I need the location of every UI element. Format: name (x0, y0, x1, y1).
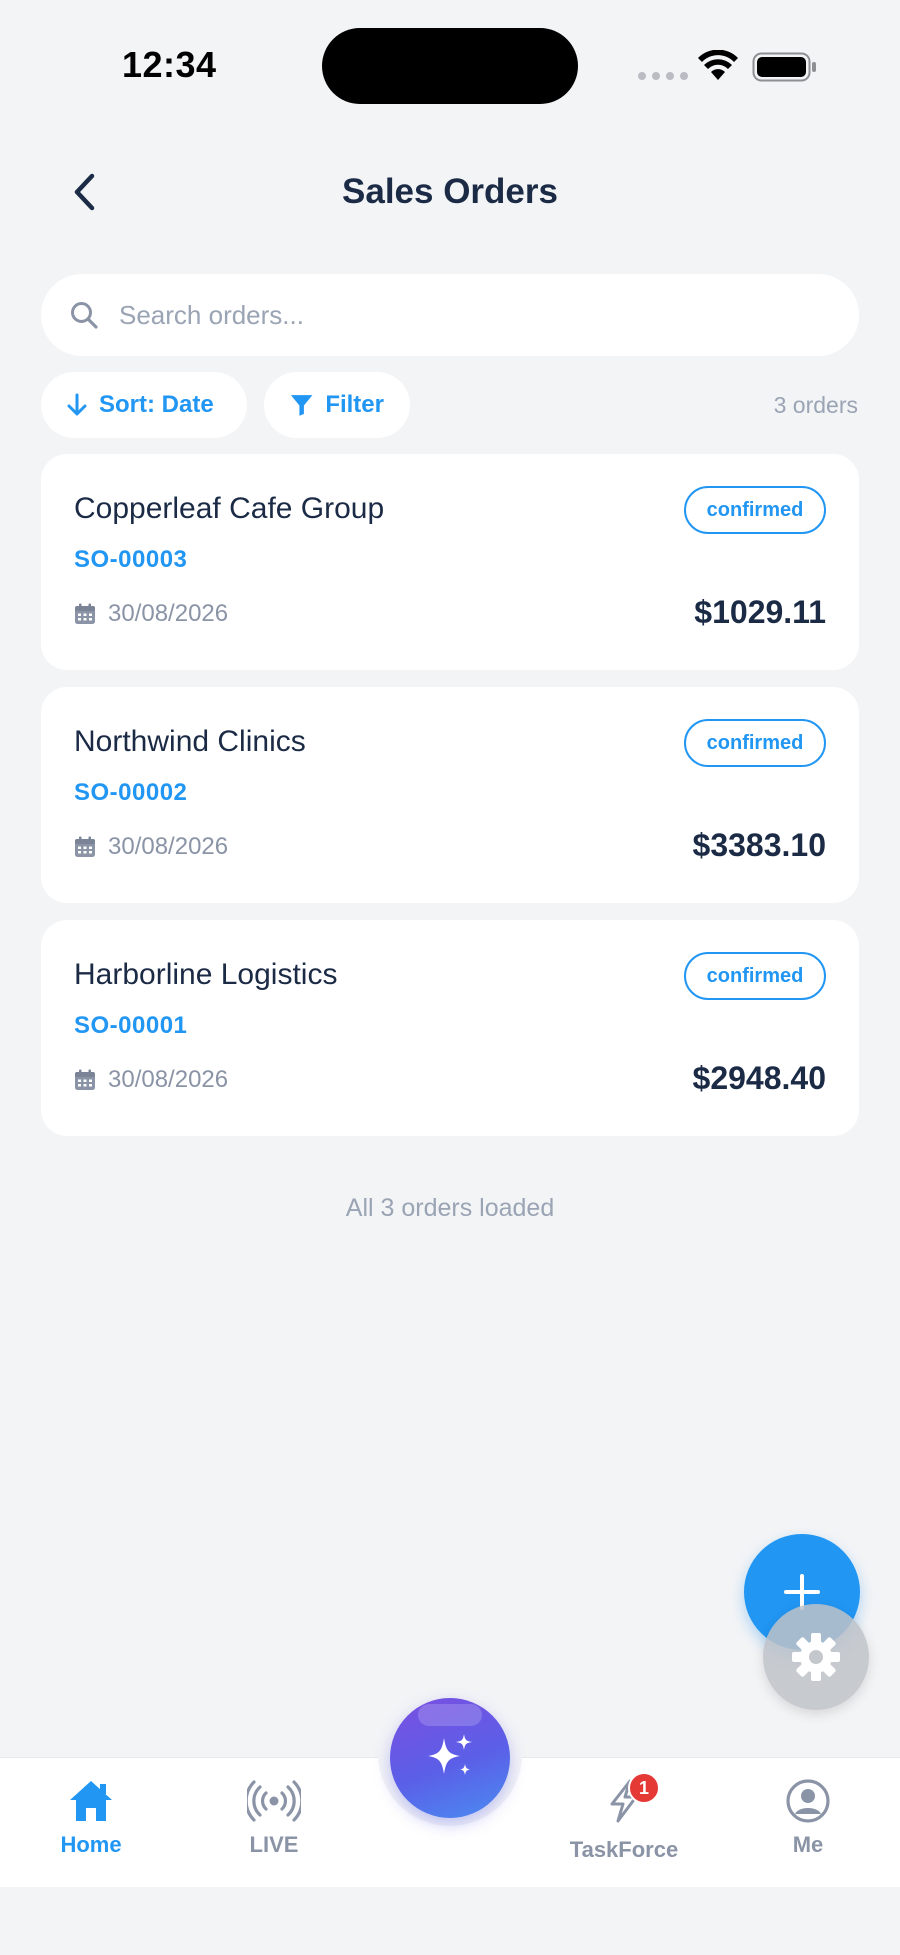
search-input[interactable] (119, 299, 799, 331)
customer-name: Harborline Logistics (74, 958, 338, 991)
user-circle-icon (786, 1779, 830, 1823)
settings-button[interactable] (763, 1604, 869, 1710)
calendar-icon (75, 1069, 95, 1090)
order-amount: $3383.10 (692, 827, 826, 863)
tab-taskforce[interactable]: 1 TaskForce (544, 1772, 704, 1863)
tab-label: Home (60, 1832, 122, 1857)
screen: 12:34 Sales Orders Search orders... Sort… (0, 0, 900, 1955)
gear-icon (792, 1633, 840, 1681)
search-bar[interactable] (41, 274, 859, 356)
order-number: SO-00003 (74, 546, 188, 573)
tab-me[interactable]: Me (728, 1778, 888, 1858)
sort-label: Sort: Date (99, 391, 214, 418)
order-amount: $1029.11 (694, 594, 826, 630)
status-time: 12:34 (122, 44, 217, 85)
home-icon (70, 1781, 112, 1821)
order-date-row: 30/08/2026 (74, 1066, 228, 1094)
order-date: 30/08/2026 (108, 600, 229, 627)
ai-assistant-button[interactable] (390, 1698, 510, 1818)
order-card[interactable]: Copperleaf Cafe Group SO-00003 30/08/202… (41, 454, 859, 670)
filter-button[interactable]: Filter (264, 372, 410, 438)
broadcast-icon (247, 1780, 301, 1822)
order-date-row: 30/08/2026 (74, 833, 228, 861)
list-end-note: All 3 orders loaded (345, 1194, 555, 1222)
battery-icon (752, 52, 816, 82)
order-date: 30/08/2026 (108, 833, 229, 860)
order-count: 3 orders (773, 392, 858, 418)
filter-label: Filter (325, 391, 384, 418)
filter-icon (290, 395, 313, 416)
cellular-signal-icon (638, 72, 688, 80)
search-icon (71, 302, 98, 329)
customer-name: Copperleaf Cafe Group (74, 492, 385, 525)
order-number: SO-00001 (74, 1012, 188, 1039)
tab-label: TaskForce (569, 1837, 679, 1862)
customer-name: Northwind Clinics (74, 725, 306, 758)
order-amount: $2948.40 (692, 1060, 826, 1096)
dynamic-island (322, 28, 578, 104)
status-badge: confirmed (684, 486, 826, 534)
status-badge: confirmed (684, 719, 826, 767)
calendar-icon (75, 603, 95, 624)
tab-label: Me (792, 1832, 824, 1857)
order-card[interactable]: Northwind Clinics SO-00002 30/08/2026 co… (41, 687, 859, 903)
order-date-row: 30/08/2026 (74, 600, 228, 628)
tab-live[interactable]: LIVE (194, 1778, 354, 1858)
button-shine (418, 1704, 482, 1726)
order-card[interactable]: Harborline Logistics SO-00001 30/08/2026… (41, 920, 859, 1136)
tab-label: LIVE (249, 1832, 299, 1857)
order-date: 30/08/2026 (108, 1066, 229, 1093)
wifi-icon (698, 50, 738, 80)
page-title: Sales Orders (342, 172, 558, 211)
notification-badge: 1 (628, 1772, 660, 1804)
calendar-icon (75, 836, 95, 857)
sort-button[interactable]: Sort: Date (41, 372, 247, 438)
tab-home[interactable]: Home (11, 1778, 171, 1858)
sparkles-icon (428, 1734, 472, 1775)
status-bar: 12:34 (0, 0, 900, 130)
page-header: Sales Orders (0, 160, 900, 224)
taskforce-icon-wrap: 1 (600, 1772, 660, 1829)
status-badge: confirmed (684, 952, 826, 1000)
order-number: SO-00002 (74, 779, 188, 806)
arrow-down-icon (67, 393, 87, 416)
